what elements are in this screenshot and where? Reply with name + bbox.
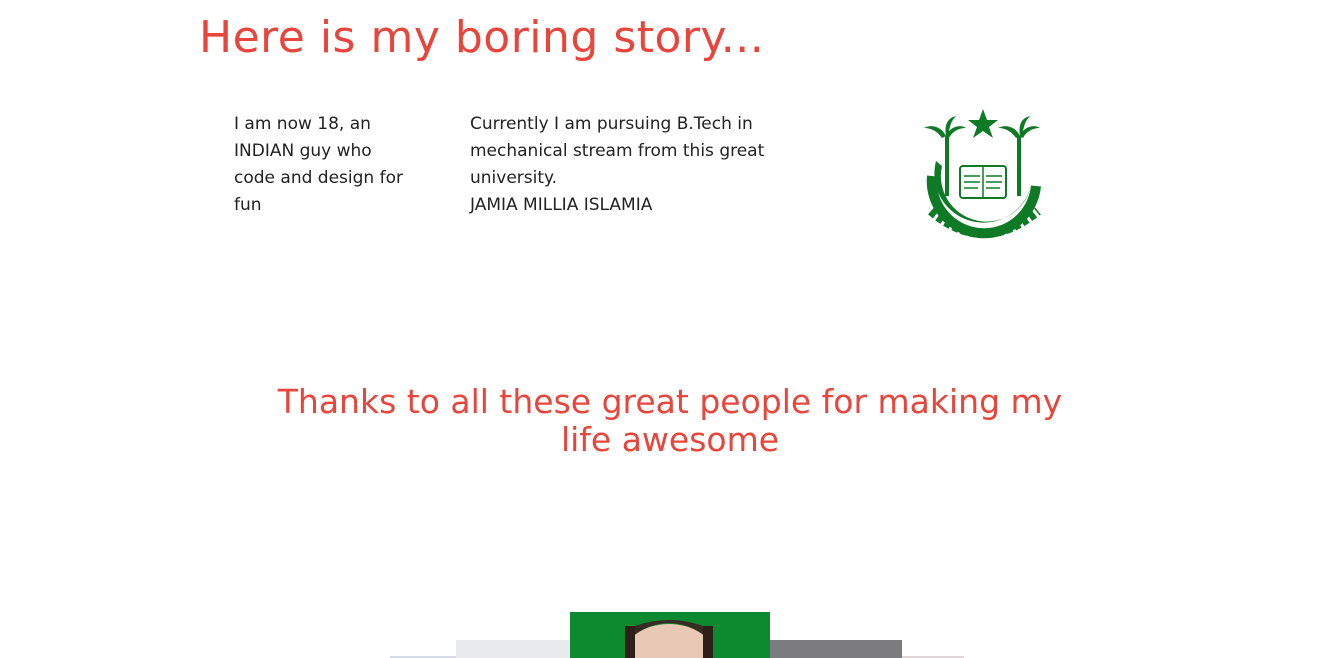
gallery-photo[interactable] xyxy=(456,640,570,658)
university-name: JAMIA MILLIA ISLAMIA xyxy=(470,195,653,215)
thanks-heading: Thanks to all these great people for mak… xyxy=(277,382,1063,459)
gallery-photo[interactable] xyxy=(770,640,902,658)
university-emblem-icon xyxy=(916,106,1046,251)
education-description: Currently I am pursuing B.Tech in mechan… xyxy=(470,114,765,188)
people-gallery xyxy=(380,600,980,658)
page-heading: Here is my boring story... xyxy=(199,12,765,63)
education-text: Currently I am pursuing B.Tech in mechan… xyxy=(470,111,770,219)
intro-text: I am now 18, an INDIAN guy who code and … xyxy=(234,114,403,215)
gallery-photo-featured[interactable] xyxy=(570,612,770,658)
